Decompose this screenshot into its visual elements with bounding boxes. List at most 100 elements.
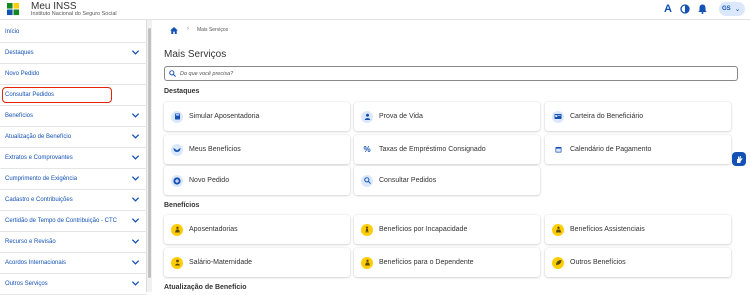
highlight-box — [2, 87, 112, 103]
card-label: Salário-Maternidade — [189, 259, 253, 266]
sidebar-item-acordos[interactable]: Acordos Internacionais — [0, 253, 147, 274]
sidebar-item-label: Acordos Internacionais — [5, 260, 67, 266]
card-meus-beneficios[interactable]: Meus Benefícios — [164, 135, 350, 164]
leaf-icon — [552, 256, 564, 269]
chevron-down-icon — [131, 155, 140, 160]
search-icon — [361, 174, 373, 187]
breadcrumb-current: Mais Serviços — [197, 27, 229, 33]
card-label: Novo Pedido — [189, 177, 230, 184]
wings-icon — [171, 143, 183, 156]
sidebar-item-label: Extratos e Comprovantes — [5, 155, 73, 161]
sidebar-item-recurso-revisao[interactable]: Recurso e Revisão — [0, 232, 147, 253]
sidebar-item-label: Cadastro e Contribuições — [5, 197, 73, 203]
search-placeholder: Do que você precisa? — [180, 70, 234, 77]
card-label: Prova de Vida — [379, 113, 423, 120]
chevron-down-icon — [131, 239, 140, 244]
scrollbar-thumb[interactable] — [148, 28, 151, 278]
accessibility-button[interactable] — [732, 152, 746, 166]
calculator-icon — [171, 110, 183, 123]
user-menu[interactable]: GS ⌄ — [719, 2, 745, 16]
card-beneficios-assistenciais[interactable]: Benefícios Assistenciais — [545, 215, 731, 244]
card-beneficios-dependente[interactable]: Benefícios para o Dependente — [354, 248, 540, 277]
sidebar-item-ctc[interactable]: Certidão de Tempo de Contribuição - CTC — [0, 211, 147, 232]
card-label: Benefícios por Incapacidade — [379, 226, 468, 233]
main-content: › Mais Serviços Mais Serviços Do que voc… — [152, 20, 750, 292]
search-icon — [169, 70, 176, 77]
sidebar-item-destaques[interactable]: Destaques — [0, 43, 147, 64]
hand-icon — [736, 155, 743, 163]
percent-icon: % — [361, 143, 373, 156]
person-icon — [361, 110, 373, 123]
sidebar-item-inicio[interactable]: Início — [0, 22, 147, 43]
font-size-icon[interactable]: A — [662, 3, 674, 15]
app-subtitle: Instituto Nacional do Seguro Social — [31, 11, 117, 17]
search-input[interactable]: Do que você precisa? — [164, 66, 738, 81]
inss-logo-icon — [7, 3, 20, 16]
sidebar-item-label: Início — [5, 29, 20, 35]
dependent-icon — [361, 256, 373, 269]
sidebar-item-extratos[interactable]: Extratos e Comprovantes — [0, 148, 147, 169]
section-title-destaques: Destaques — [164, 88, 200, 95]
sidebar-item-novo-pedido[interactable]: Novo Pedido — [0, 64, 147, 85]
chevron-down-icon: ⌄ — [734, 6, 741, 13]
sidebar-item-label: Benefícios — [5, 113, 34, 119]
card-aposentadorias[interactable]: Aposentadorias — [164, 215, 350, 244]
breadcrumb-separator: › — [187, 26, 189, 32]
card-simular-aposentadoria[interactable]: Simular Aposentadoria — [164, 102, 350, 131]
avatar: GS — [722, 6, 731, 12]
card-prova-de-vida[interactable]: Prova de Vida — [354, 102, 540, 131]
card-label: Benefícios Assistenciais — [570, 226, 645, 233]
section-title-atualizacao: Atualização de Benefício — [164, 284, 247, 291]
assist-icon — [552, 223, 564, 236]
card-label: Benefícios para o Dependente — [379, 259, 474, 266]
calendar-icon — [552, 143, 564, 156]
card-carteira-beneficiario[interactable]: Carteira do Beneficiário — [545, 102, 731, 131]
card-salario-maternidade[interactable]: Salário-Maternidade — [164, 248, 350, 277]
contrast-icon[interactable] — [679, 3, 691, 15]
card-label: Calendário de Pagamento — [570, 146, 652, 153]
card-label: Simular Aposentadoria — [189, 113, 260, 120]
chevron-down-icon — [131, 218, 140, 223]
sidebar-item-cadastro[interactable]: Cadastro e Contribuições — [0, 190, 147, 211]
crutch-icon — [361, 223, 373, 236]
page-title: Mais Serviços — [164, 49, 227, 60]
plus-icon — [171, 174, 183, 187]
sidebar-item-atualizacao-beneficio[interactable]: Atualização de Benefício — [0, 127, 147, 148]
retiree-icon — [171, 223, 183, 236]
chevron-down-icon — [131, 50, 140, 55]
card-label: Taxas de Empréstimo Consignado — [379, 146, 486, 153]
card-novo-pedido[interactable]: Novo Pedido — [164, 166, 350, 195]
top-bar: Meu INSS Instituto Nacional do Seguro So… — [0, 0, 750, 20]
card-consultar-pedidos[interactable]: Consultar Pedidos — [354, 166, 540, 195]
bell-icon[interactable] — [696, 3, 708, 15]
card-outros-beneficios[interactable]: Outros Benefícios — [545, 248, 731, 277]
id-card-icon — [552, 110, 564, 123]
home-icon[interactable] — [170, 27, 178, 34]
chevron-down-icon — [131, 176, 140, 181]
card-label: Consultar Pedidos — [379, 177, 437, 184]
sidebar-item-label: Destaques — [5, 50, 34, 56]
chevron-down-icon — [131, 134, 140, 139]
sidebar-item-label: Novo Pedido — [5, 71, 40, 77]
sidebar-item-label: Outros Serviços — [5, 281, 48, 287]
baby-icon — [171, 256, 183, 269]
sidebar-item-cumprimento-exigencia[interactable]: Cumprimento de Exigência — [0, 169, 147, 190]
sidebar-item-label: Atualização de Benefício — [5, 134, 72, 140]
sidebar-item-beneficios[interactable]: Benefícios — [0, 106, 147, 127]
card-taxas-emprestimo[interactable]: % Taxas de Empréstimo Consignado — [354, 135, 540, 164]
section-title-beneficios: Benefícios — [164, 202, 200, 209]
chevron-down-icon — [131, 197, 140, 202]
sidebar-item-label: Cumprimento de Exigência — [5, 176, 78, 182]
chevron-down-icon — [131, 281, 140, 286]
sidebar: Início Destaques Novo Pedido Consultar P… — [0, 20, 147, 295]
card-label: Outros Benefícios — [570, 259, 626, 266]
card-beneficios-incapacidade[interactable]: Benefícios por Incapacidade — [354, 215, 540, 244]
sidebar-item-label: Certidão de Tempo de Contribuição - CTC — [5, 218, 117, 224]
card-label: Meus Benefícios — [189, 146, 241, 153]
card-label: Carteira do Beneficiário — [570, 113, 644, 120]
chevron-down-icon — [131, 113, 140, 118]
card-label: Aposentadorias — [189, 226, 238, 233]
card-calendario-pagamento[interactable]: Calendário de Pagamento — [545, 135, 731, 164]
chevron-down-icon — [131, 260, 140, 265]
sidebar-item-label: Recurso e Revisão — [5, 239, 56, 245]
